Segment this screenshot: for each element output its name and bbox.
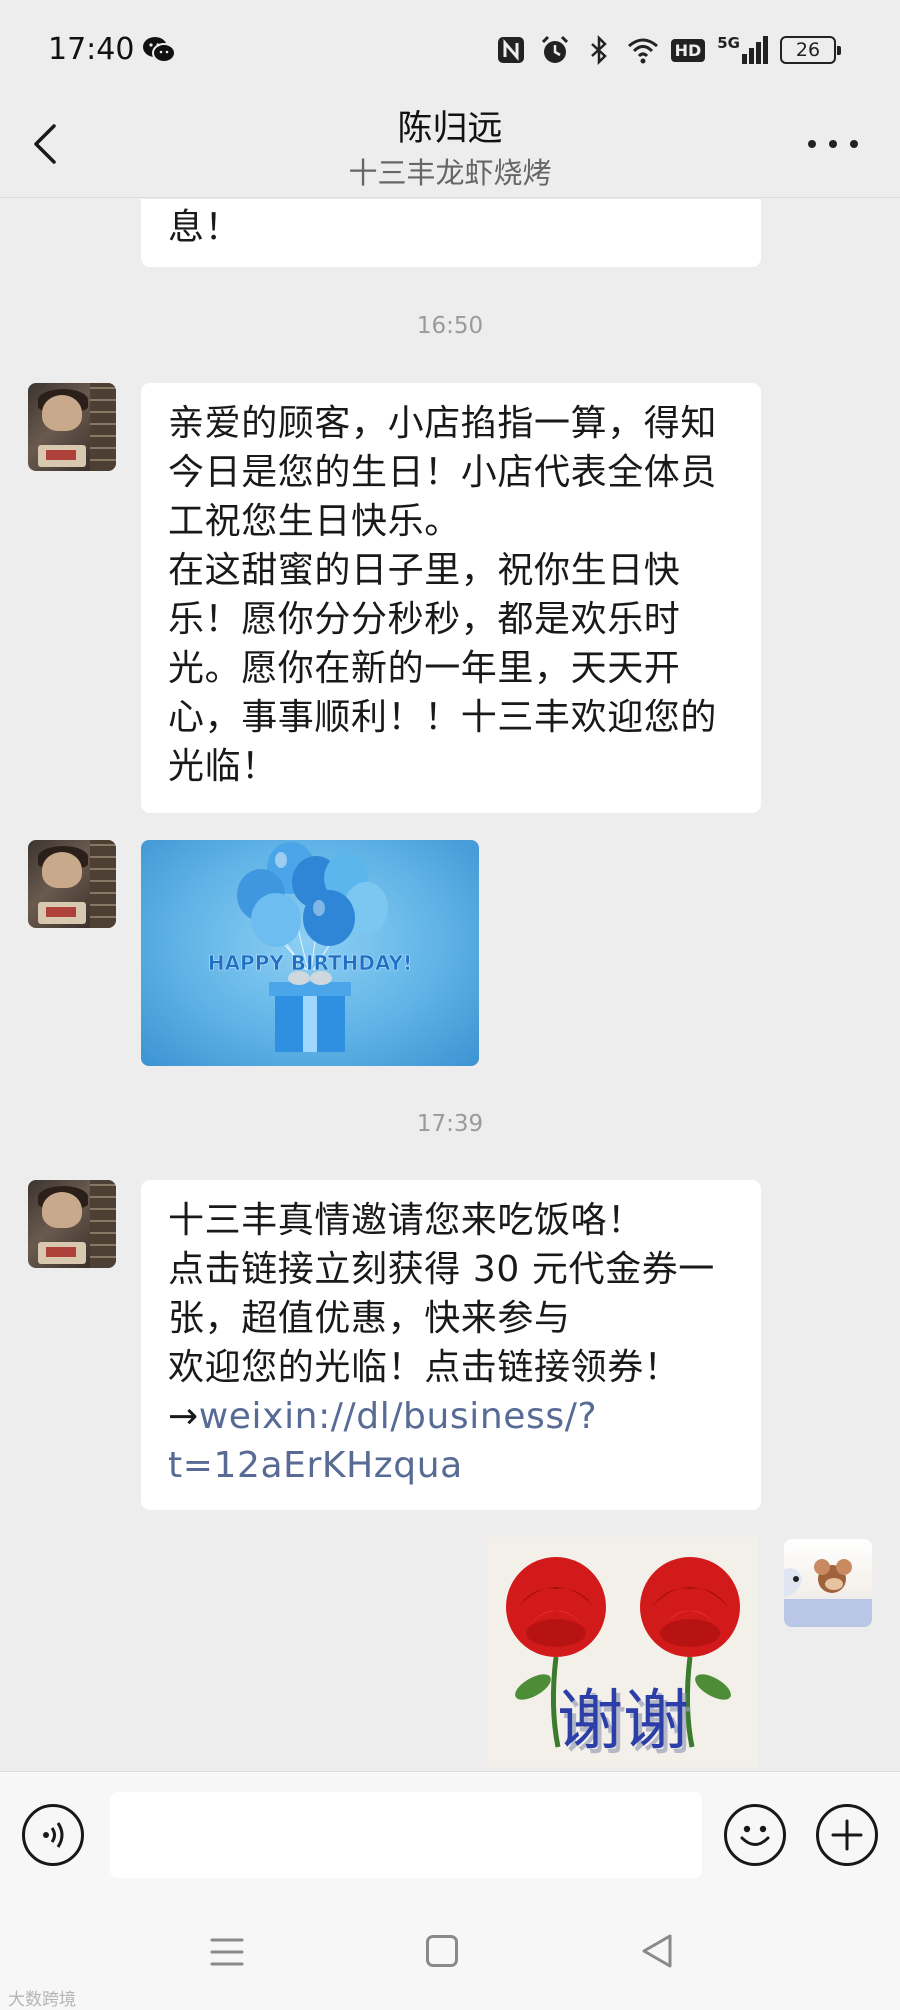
- message-line: 乐！愿你分分秒秒，都是欢乐时: [168, 599, 681, 640]
- recent-apps-icon[interactable]: [210, 1935, 244, 1969]
- nfc-icon: [497, 37, 524, 63]
- plus-icon: [831, 1819, 863, 1851]
- timestamp: 17:39: [416, 1111, 484, 1137]
- avatar-face: [42, 395, 82, 431]
- chat-subtitle: 十三丰龙虾烧烤: [348, 156, 552, 190]
- wifi-icon: [627, 38, 658, 64]
- wechat-icon: [143, 37, 176, 63]
- invite-link-continued[interactable]: t=12aErKHzqua: [168, 1441, 734, 1490]
- avatar-book: [38, 445, 86, 467]
- birthday-card-caption: HAPPY BIRTHDAY!: [208, 951, 412, 975]
- message-bubble-invite[interactable]: 十三丰真情邀请您来吃饭咯！ 点击链接立刻获得 30 元代金券一 张，超值优惠，快…: [141, 1180, 761, 1510]
- voice-icon: [43, 1822, 64, 1848]
- watermark: 大数跨境: [8, 1990, 76, 2010]
- status-icons: HD 5G 26: [495, 32, 841, 68]
- message-bubble-birthday[interactable]: 亲爱的顾客，小店掐指一算，得知 今日是您的生日！小店代表全体员 工祝您生日快乐。…: [141, 383, 761, 813]
- status-bar: 17:40 HD 5G 26: [0, 0, 900, 100]
- gift-box: [269, 971, 351, 1052]
- message-line: 张，超值优惠，快来参与: [168, 1298, 571, 1339]
- message-line: 心，事事顺利！！十三丰欢迎您的: [168, 697, 718, 738]
- avatar-shelf: [90, 1180, 116, 1268]
- status-time: 17:40: [48, 32, 135, 67]
- message-line: 欢迎您的光临！点击链接领券！: [168, 1347, 681, 1388]
- bluetooth-icon: [590, 34, 607, 66]
- hd-icon: HD: [670, 38, 706, 62]
- chat-title: 陈归远: [397, 109, 503, 149]
- balloons-illustration: HAPPY BIRTHDAY!: [208, 842, 412, 1052]
- battery-level: 26: [795, 39, 821, 61]
- message-line: 亲爱的顾客，小店掐指一算，得知: [168, 403, 718, 444]
- avatar-shelf: [90, 840, 116, 928]
- balloons: [237, 842, 388, 947]
- self-avatar[interactable]: [784, 1539, 872, 1627]
- thanks-sticker[interactable]: 谢谢 谢谢: [488, 1537, 758, 1767]
- sticker-text: 谢谢: [557, 1682, 689, 1759]
- avatar-book: [38, 1242, 86, 1264]
- network-label: 5G: [717, 34, 740, 52]
- battery-icon: 26: [780, 36, 841, 64]
- dot: [850, 140, 858, 148]
- message-line: 点击链接立刻获得 30 元代金券一: [168, 1249, 715, 1290]
- contact-avatar[interactable]: [28, 840, 116, 928]
- avatar-book: [38, 902, 86, 924]
- cartoon-mouse-avatar: [784, 1559, 872, 1627]
- home-icon[interactable]: [426, 1935, 458, 1967]
- system-back-icon[interactable]: [640, 1933, 674, 1969]
- smiley-icon: [740, 1825, 770, 1846]
- system-navigation-bar: 大数跨境: [0, 1897, 900, 2010]
- message-line: 光。愿你在新的一年里，天天开: [168, 648, 681, 689]
- arrow-glyph: →: [168, 1396, 199, 1437]
- message-bubble-partial[interactable]: 息！: [141, 199, 761, 267]
- chat-header: 陈归远 十三丰龙虾烧烤: [0, 100, 900, 198]
- add-more-button[interactable]: [816, 1804, 878, 1866]
- message-line: 十三丰真情邀请您来吃饭咯！: [168, 1200, 644, 1241]
- voice-input-button[interactable]: [22, 1804, 84, 1866]
- message-list[interactable]: 息！ 16:50 亲爱的顾客，小店掐指一算，得知 今日是您的生日！小店代表全体员…: [0, 199, 900, 1771]
- contact-avatar[interactable]: [28, 1180, 116, 1268]
- message-line: 今日是您的生日！小店代表全体员: [168, 452, 718, 493]
- timestamp: 16:50: [416, 313, 484, 339]
- alarm-icon: [541, 35, 568, 63]
- birthday-card-image[interactable]: HAPPY BIRTHDAY!: [141, 840, 479, 1066]
- signal-5g-icon: 5G: [717, 36, 768, 64]
- message-line: 工祝您生日快乐。: [168, 501, 461, 542]
- avatar-face: [42, 1192, 82, 1228]
- message-line: 在这甜蜜的日子里，祝你生日快: [168, 550, 681, 591]
- message-line: 光临！: [168, 746, 278, 787]
- avatar-shelf: [90, 383, 116, 471]
- message-line: 息！: [168, 207, 242, 248]
- avatar-face: [42, 852, 82, 888]
- input-bar: [0, 1771, 900, 1897]
- link-line: →weixin://dl/business/?: [168, 1392, 734, 1441]
- invite-link[interactable]: weixin://dl/business/?: [199, 1396, 597, 1437]
- roses-illustration: 谢谢 谢谢: [488, 1537, 758, 1767]
- contact-avatar[interactable]: [28, 383, 116, 471]
- message-input[interactable]: [110, 1792, 702, 1878]
- dot: [829, 140, 837, 148]
- dot: [808, 140, 816, 148]
- emoji-button[interactable]: [724, 1804, 786, 1866]
- more-options-button[interactable]: [808, 122, 858, 166]
